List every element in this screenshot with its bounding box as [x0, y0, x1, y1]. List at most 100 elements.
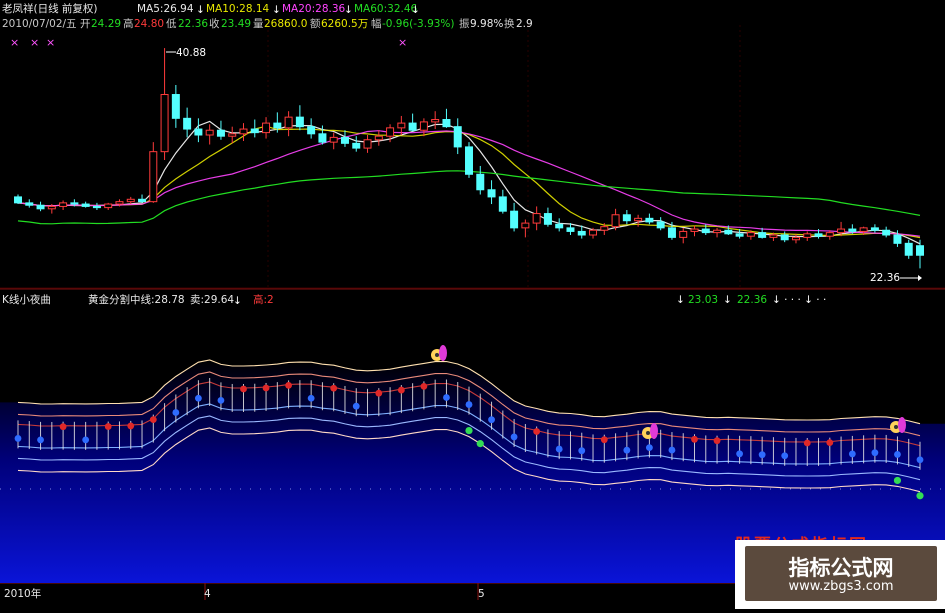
indicator-value-1: 23.03: [688, 294, 718, 306]
turnover-label: 换: [504, 17, 515, 30]
candle-body: [284, 116, 293, 129]
indicator-dot: [510, 433, 518, 441]
indicator-dot: [285, 381, 292, 389]
candle-body: [555, 223, 564, 229]
more-arrows: ↓ · · · ↓ · ·: [772, 294, 826, 306]
indicator-dot: [803, 439, 811, 447]
indicator-dot: [578, 447, 586, 455]
bar-date: 2010/07/02/五: [2, 18, 77, 30]
candle-body: [645, 217, 654, 223]
low-label: 低: [166, 17, 177, 30]
candle-body: [521, 222, 530, 229]
candle-body: [262, 122, 271, 134]
indicator-dot: [172, 409, 180, 416]
candle-body: [442, 119, 451, 128]
indicator-dot: [668, 446, 676, 454]
candle-body: [228, 133, 237, 137]
indicator-dot: [646, 444, 653, 451]
candle-body: [848, 228, 857, 232]
indicator-dot: [623, 446, 631, 454]
candle-body: [758, 232, 767, 238]
indicator-green-dot: [893, 476, 902, 485]
min-price-label: 22.36: [870, 272, 900, 284]
sell-arrow: ↓: [233, 295, 242, 307]
indicator-dot: [420, 382, 428, 390]
candle-body: [837, 228, 846, 234]
candle-body: [160, 94, 169, 153]
candle-body: [611, 214, 620, 228]
candle-body: [329, 136, 338, 143]
max-price-label: 40.88: [176, 47, 206, 59]
volume-value: 26860.0: [264, 18, 307, 30]
ma20-arrow: ↓: [344, 4, 353, 16]
candle-body: [340, 136, 349, 144]
indicator-dot: [195, 394, 202, 402]
indicator-dot: [330, 384, 338, 392]
candle-body: [634, 217, 643, 222]
candle-body: [70, 202, 79, 205]
candle-body: [419, 121, 428, 131]
change-value: -0.96(-3.93%): [382, 18, 455, 30]
indicator-dot: [736, 450, 743, 458]
candle-body: [431, 119, 440, 123]
indicator-dot: [916, 456, 924, 464]
candle-body: [724, 229, 733, 235]
low-value: 22.36: [178, 18, 208, 30]
candle-body: [487, 189, 496, 198]
indicator-dot: [375, 389, 383, 397]
candle-body: [239, 128, 248, 135]
indicator-name: K线小夜曲: [2, 293, 51, 306]
x-axis-may: 5: [478, 588, 485, 600]
candle-body: [59, 202, 68, 207]
candle-body: [374, 135, 383, 141]
candle-body: [577, 230, 586, 236]
indicator-dot: [352, 402, 360, 410]
indicator-dot: [443, 394, 450, 401]
candle-body: [656, 221, 665, 229]
candle-body: [870, 227, 879, 231]
gold-midline-value: 黄金分割中线:28.78: [88, 293, 185, 306]
candle-body: [14, 196, 22, 204]
svg-text:×: ×: [30, 36, 39, 49]
candle-body: [295, 116, 304, 128]
candle-body: [171, 94, 180, 119]
candle-body: [307, 126, 316, 135]
indicator-dot: [826, 439, 834, 447]
candle-body: [205, 129, 214, 136]
ma20-value: MA20:28.36: [282, 3, 346, 15]
candle-body: [893, 234, 902, 244]
svg-text:×: ×: [398, 36, 407, 49]
candle-body: [510, 210, 519, 229]
open-label: 开: [80, 18, 91, 30]
indicator-high-value: 高:2: [253, 293, 274, 306]
candle-body: [916, 245, 924, 256]
x-axis-april: 4: [204, 588, 211, 600]
amplitude-value: 9.98%: [470, 18, 503, 30]
close-label: 收: [209, 17, 220, 30]
candle-body: [183, 117, 192, 130]
watermark-url: www.zbgs3.com: [788, 579, 894, 594]
candle-body: [566, 227, 575, 232]
candle-body: [589, 229, 598, 236]
chart-canvas[interactable]: × × × × 40.88 22.36 老凤祥(日线 前复权) MA5:26.94 …: [0, 0, 945, 609]
candle-body: [250, 128, 259, 134]
indicator-dot: [848, 450, 856, 458]
candle-body: [690, 228, 699, 232]
candle-body: [679, 230, 688, 238]
sell-value: 卖:29.64: [190, 294, 234, 306]
candle: [465, 142, 473, 178]
candle-body: [814, 233, 823, 237]
ma10-value: MA10:28.14: [206, 3, 270, 15]
candle-body: [465, 146, 473, 175]
indicator-dot: [894, 451, 901, 458]
candle-body: [791, 236, 800, 241]
change-label: 幅: [371, 17, 382, 30]
candle-body: [859, 227, 868, 232]
candle-body: [600, 226, 609, 231]
stock-chart-window: × × × × 40.88 22.36 老凤祥(日线 前复权) MA5:26.94 …: [0, 0, 945, 609]
high-label: 高: [123, 17, 134, 30]
close-value: 23.49: [221, 18, 251, 30]
candle-body: [104, 203, 113, 209]
candle-body: [363, 139, 372, 149]
volume-label: 量: [253, 18, 264, 30]
